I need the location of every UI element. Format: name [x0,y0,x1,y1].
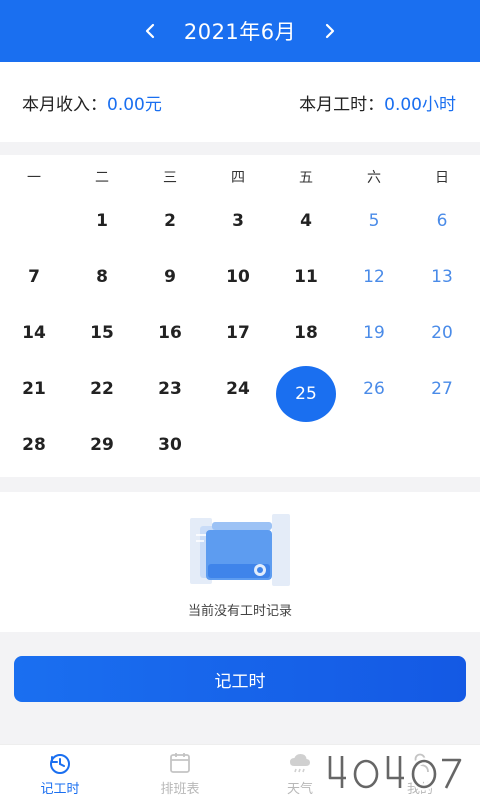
calendar-day[interactable]: 1 [68,193,136,249]
weekday-label: 五 [299,170,313,186]
month-header: 2021年6月 [0,0,480,62]
calendar-day[interactable]: 14 [0,305,68,361]
day-number: 24 [226,379,250,399]
month-title: 2021年6月 [183,20,297,44]
calendar-day[interactable]: 28 [0,417,68,473]
day-number: 16 [158,323,182,343]
weekday-label: 二 [95,170,109,186]
day-number: 8 [96,267,108,287]
day-number: 12 [363,267,385,287]
hours-label: 本月工时： [299,94,385,115]
weekday-label: 三 [163,170,177,186]
day-number: 25 [276,366,336,422]
calendar-day[interactable]: 5 [340,193,408,249]
cloud-rain-icon [290,754,310,773]
income-stat: 本月收入：0.00元 [22,90,162,115]
day-number: 26 [363,379,385,399]
prev-month-button[interactable] [130,11,170,51]
calendar-day-selected[interactable]: 25 [272,361,340,422]
hours-stat: 本月工时：0.00小时 [299,90,456,115]
day-number: 18 [294,323,318,343]
income-label: 本月收入： [22,94,107,115]
tab-label: 记工时 [40,782,80,797]
weekday-label: 四 [231,170,245,186]
day-grid: 1 2 3 4 5 6 7 8 9 10 11 12 13 14 15 16 17 18 19 20 21 22 23 24 2… [0,193,480,473]
calendar-icon [170,753,190,773]
day-number: 20 [431,323,453,343]
tab-schedule[interactable]: 排班表 [120,745,240,800]
calendar-day[interactable]: 30 [136,417,204,473]
watermark-logo [326,756,464,791]
calendar-day[interactable]: 4 [272,193,340,249]
calendar-day[interactable]: 7 [0,249,68,305]
day-number: 19 [363,323,385,343]
day-number: 28 [22,435,46,455]
calendar-day[interactable]: 23 [136,361,204,417]
calendar-day[interactable]: 17 [204,305,272,361]
day-number: 13 [431,267,453,287]
day-number: 1 [96,211,108,231]
weekday-label: 六 [367,170,381,186]
calendar-day[interactable]: 27 [408,361,476,417]
calendar-day[interactable]: 26 [340,361,408,417]
tab-record-hours[interactable]: 记工时 [0,745,120,800]
calendar-day[interactable]: 9 [136,249,204,305]
day-number: 11 [294,267,318,287]
day-number: 2 [164,211,176,231]
day-number: 21 [22,379,46,399]
calendar-day[interactable]: 11 [272,249,340,305]
day-number: 29 [90,435,114,455]
chevron-left-icon [145,23,154,39]
hours-value: 0.00小时 [384,94,456,115]
calendar-day[interactable]: 20 [408,305,476,361]
clock-refresh-icon [50,754,70,774]
day-number: 14 [22,323,46,343]
day-number: 4 [300,211,312,231]
weekday-header: 一二三四五六日 [0,167,480,189]
day-number: 22 [90,379,114,399]
calendar-day[interactable]: 6 [408,193,476,249]
calendar-day[interactable]: 29 [68,417,136,473]
day-number: 27 [431,379,453,399]
empty-message: 当前没有工时记录 [187,604,292,619]
calendar-day[interactable]: 18 [272,305,340,361]
calendar-day[interactable]: 21 [0,361,68,417]
calendar-day[interactable]: 8 [68,249,136,305]
day-number: 9 [164,267,176,287]
next-month-button[interactable] [310,11,350,51]
day-number: 15 [90,323,114,343]
day-number: 6 [436,211,448,231]
day-number: 7 [28,267,40,287]
day-number: 30 [158,435,182,455]
calendar-day[interactable]: 15 [68,305,136,361]
calendar-day[interactable]: 24 [204,361,272,417]
weekday-label: 一 [27,170,41,186]
chevron-right-icon [326,23,335,39]
day-number: 5 [368,211,380,231]
calendar-day[interactable]: 22 [68,361,136,417]
document-empty-icon [190,514,290,586]
weekday-label: 日 [435,170,449,186]
calendar-day[interactable]: 10 [204,249,272,305]
day-number: 23 [158,379,182,399]
day-number: 10 [226,267,250,287]
calendar-day[interactable]: 16 [136,305,204,361]
calendar-day[interactable]: 13 [408,249,476,305]
calendar-day[interactable]: 3 [204,193,272,249]
record-hours-button[interactable]: 记工时 [14,656,466,702]
calendar-day[interactable]: 19 [340,305,408,361]
day-number: 17 [226,323,250,343]
empty-state: 当前没有工时记录 [0,492,480,632]
income-value: 0.00元 [107,94,162,115]
calendar-day[interactable]: 12 [340,249,408,305]
tab-label: 排班表 [160,782,200,797]
calendar-day[interactable]: 2 [136,193,204,249]
calendar: 一二三四五六日 1 2 3 4 5 6 7 8 9 10 11 12 13 14 15 16 17 18 19 20 2… [0,155,480,477]
monthly-stats: 本月收入：0.00元 本月工时：0.00小时 [0,62,480,142]
day-number: 3 [232,211,244,231]
tab-label: 天气 [286,782,313,797]
